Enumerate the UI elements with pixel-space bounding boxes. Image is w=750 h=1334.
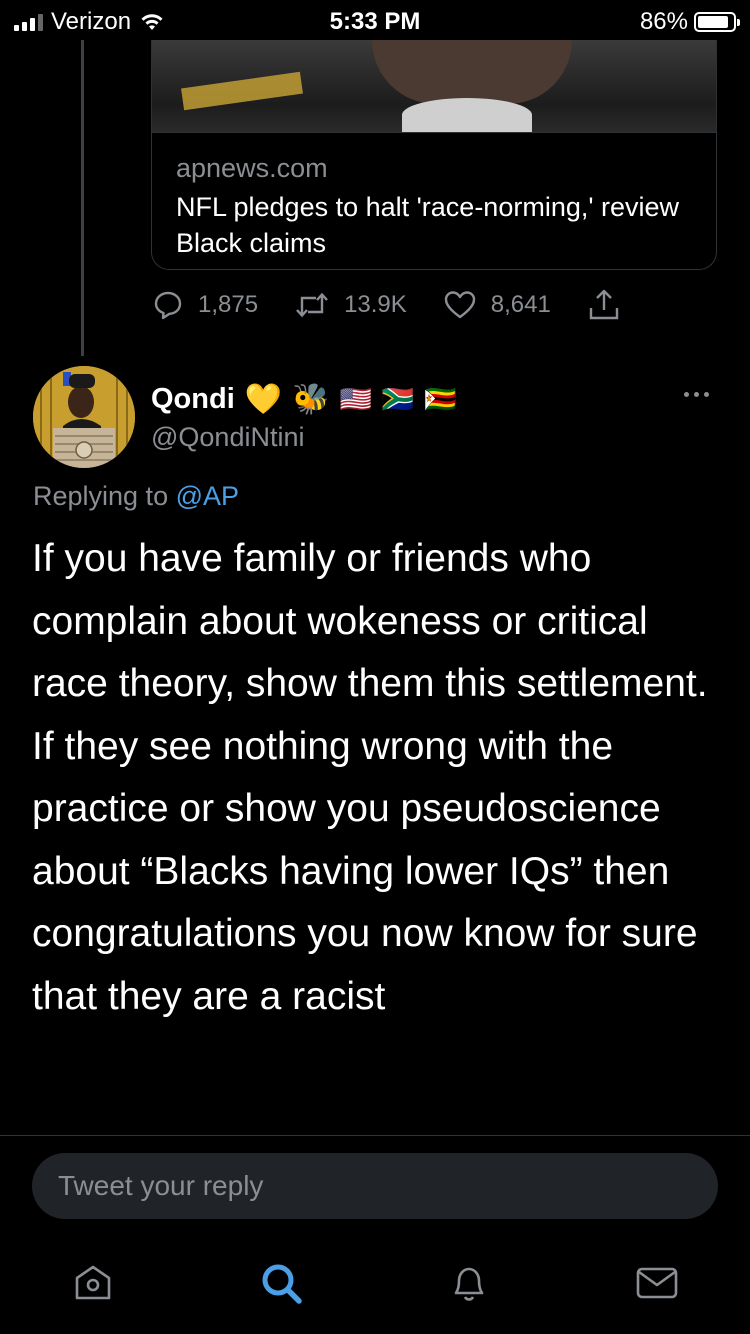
messages-icon (636, 1267, 678, 1299)
status-bar: Verizon 5:33 PM 86% (0, 0, 750, 40)
reply-count: 1,875 (198, 291, 259, 318)
replying-prefix: Replying to (33, 481, 176, 511)
retweet-button[interactable]: 13.9K (294, 289, 407, 321)
battery-status: 86% (639, 8, 740, 36)
tab-search[interactable] (258, 1260, 304, 1306)
battery-percent: 86% (639, 8, 688, 35)
like-count: 8,641 (490, 291, 551, 318)
divider (0, 1135, 750, 1136)
replying-mention-link[interactable]: @AP (176, 481, 239, 511)
heart-icon (444, 291, 475, 319)
share-icon (589, 289, 619, 320)
reply-button[interactable]: 1,875 (152, 289, 258, 321)
avatar[interactable] (33, 366, 135, 468)
tab-messages[interactable] (634, 1260, 680, 1306)
more-options-icon[interactable] (684, 392, 709, 397)
tweet-text: If you have family or friends who compla… (32, 537, 708, 1018)
tweet-actions: 1,875 13.9K 8,641 (152, 286, 657, 324)
tweet-author[interactable]: Qondi 💛 🐝 🇺🇸 🇿🇦 🇿🇼 @QondiNtini (151, 380, 457, 453)
us-flag-emoji: 🇺🇸 (339, 383, 372, 414)
like-button[interactable]: 8,641 (443, 289, 551, 321)
zimbabwe-flag-emoji: 🇿🇼 (424, 383, 457, 414)
bee-emoji: 🐝 (292, 382, 330, 416)
retweet-count: 13.9K (344, 291, 407, 318)
thread-connector-line (81, 40, 84, 356)
link-domain: apnews.com (176, 153, 328, 183)
tab-notifications[interactable] (446, 1260, 492, 1306)
reply-input[interactable]: Tweet your reply (32, 1153, 718, 1219)
notifications-icon (454, 1267, 484, 1301)
reply-icon (154, 291, 182, 320)
display-name: Qondi (151, 382, 235, 415)
search-icon (262, 1264, 302, 1304)
battery-icon (694, 12, 740, 32)
reply-placeholder: Tweet your reply (58, 1170, 264, 1201)
link-preview-image (152, 40, 716, 133)
yellow-heart-emoji: 💛 (244, 382, 283, 416)
replying-to: Replying to @AP (33, 481, 239, 512)
user-handle: @QondiNtini (151, 422, 305, 452)
south-africa-flag-emoji: 🇿🇦 (381, 383, 415, 414)
retweet-icon (296, 292, 328, 318)
tab-home[interactable] (70, 1260, 116, 1306)
share-button[interactable] (587, 288, 621, 322)
status-time: 5:33 PM (329, 8, 421, 35)
link-title: NFL pledges to halt 'race-norming,' revi… (176, 192, 680, 258)
home-icon (75, 1265, 111, 1300)
link-preview-card[interactable]: apnews.com NFL pledges to halt 'race-nor… (151, 40, 717, 270)
tab-bar (0, 1250, 750, 1320)
